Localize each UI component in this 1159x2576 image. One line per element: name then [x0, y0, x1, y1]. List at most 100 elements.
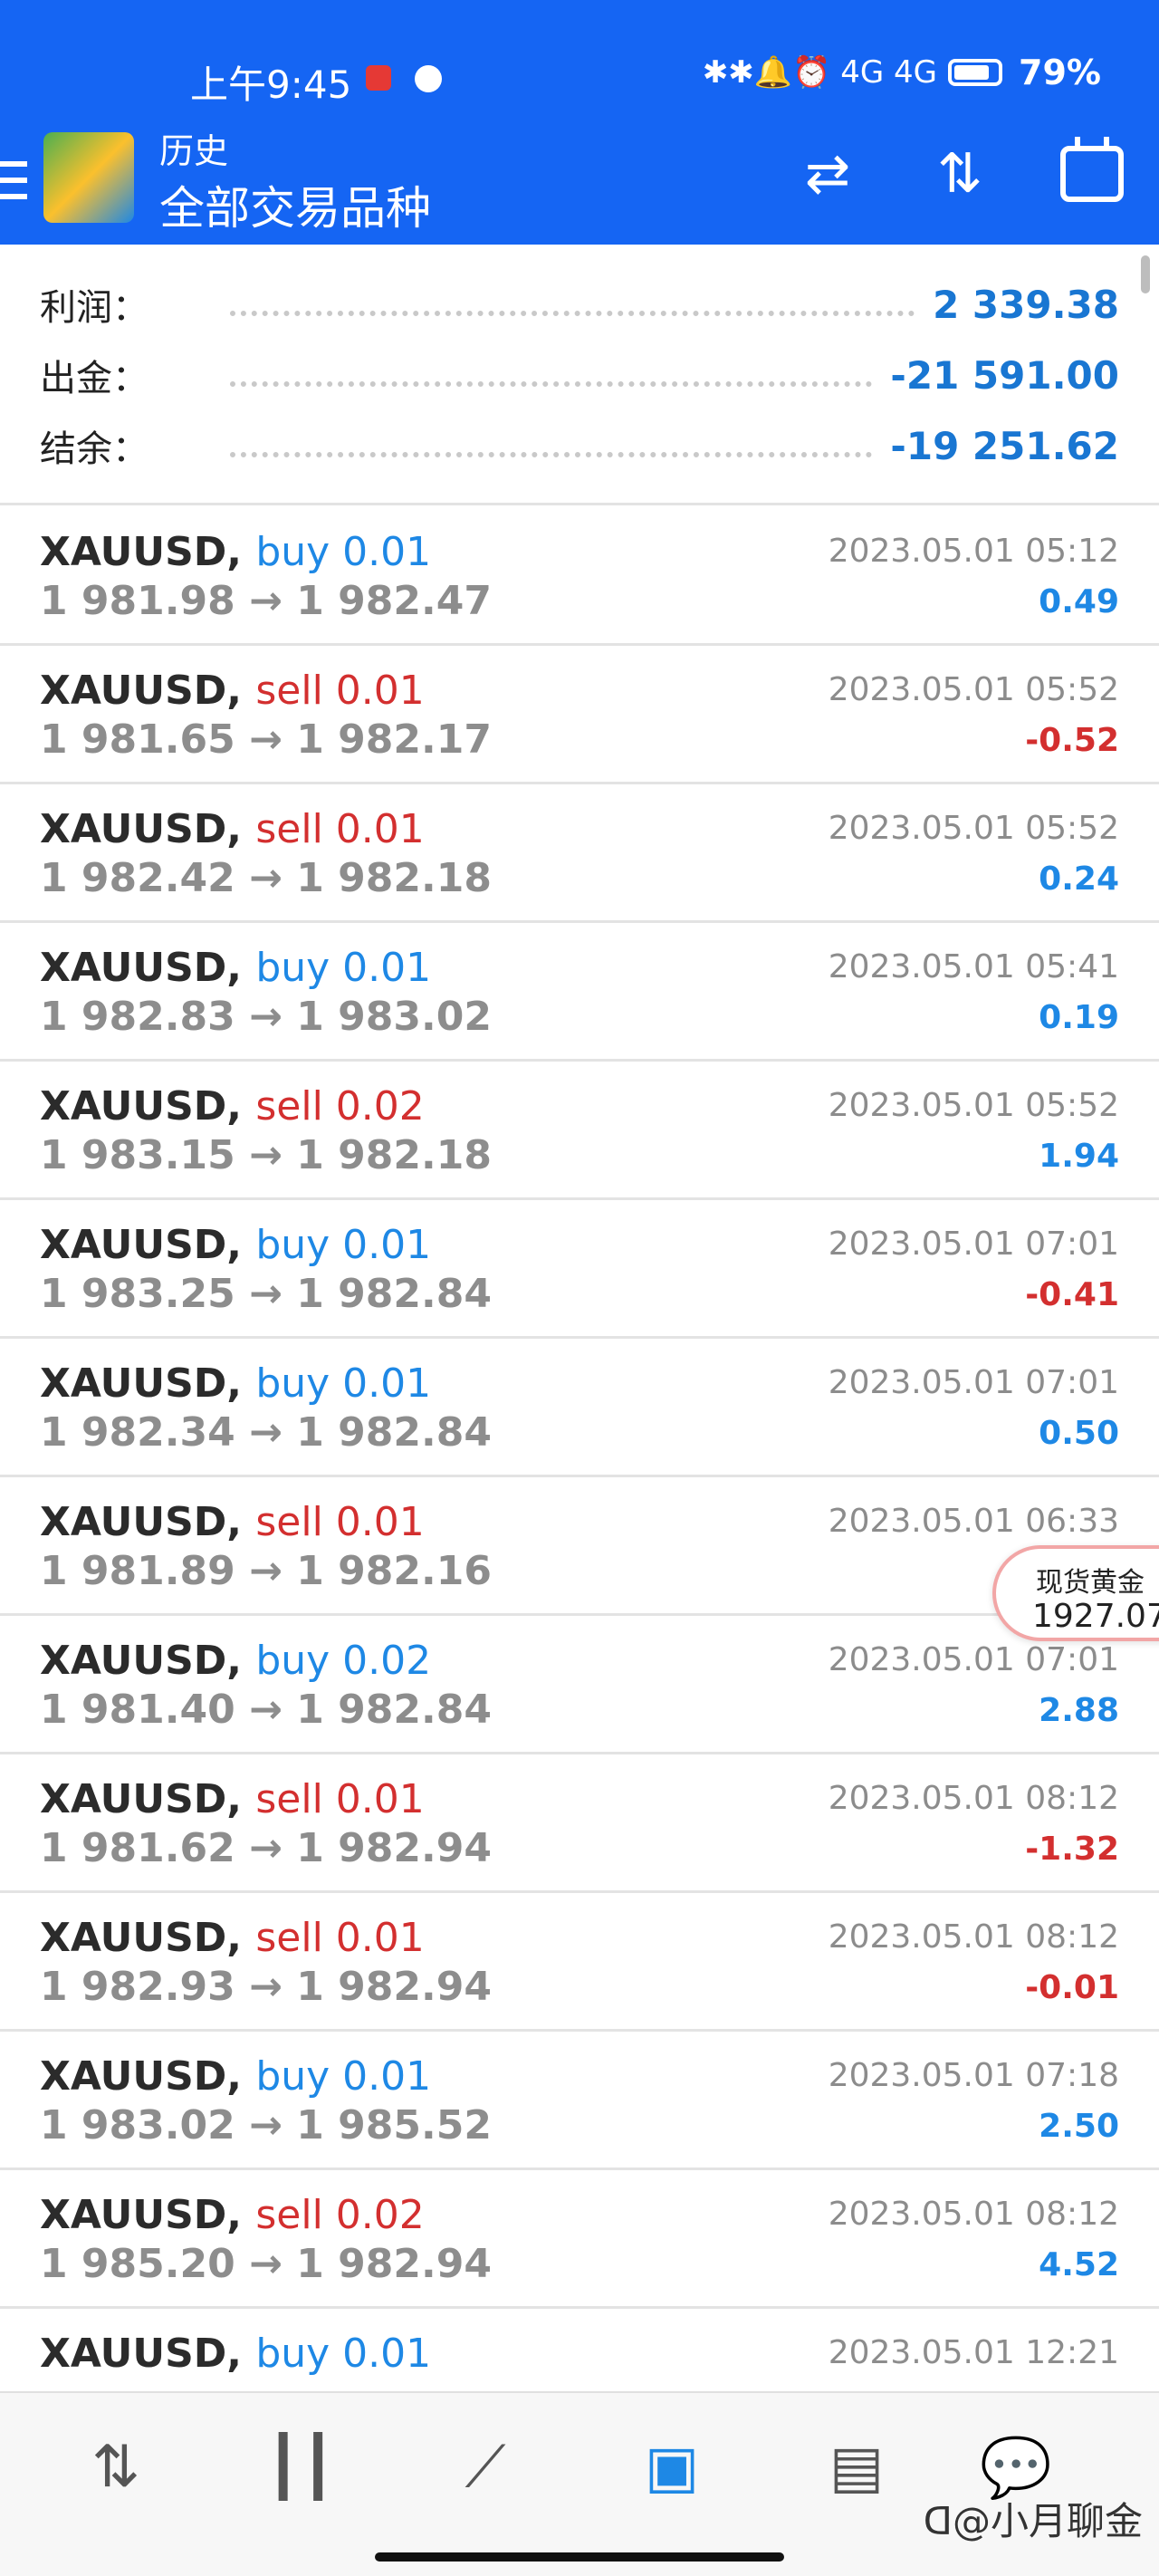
balance-value: -19 251.62: [890, 423, 1119, 468]
floating-gold-quote[interactable]: 现货黄金 1927.07: [992, 1545, 1159, 1641]
status-bar: 上午9:45 ✱✱🔔⏰ 4G 4G 79%: [0, 0, 1159, 136]
notification-icon: [366, 65, 391, 91]
trade-row[interactable]: XAUUSD, buy 0.02 1 981.40 → 1 982.84 202…: [0, 1616, 1159, 1754]
menu-icon[interactable]: [0, 161, 27, 201]
trade-row[interactable]: XAUUSD, sell 0.01 1 982.42 → 1 982.18 20…: [0, 784, 1159, 923]
open-price: 1 982.42: [40, 855, 235, 901]
trade-list: XAUUSD, buy 0.01 1 981.98 → 1 982.47 202…: [0, 507, 1159, 2447]
arrow-icon: →: [249, 1687, 297, 1733]
trade-action: sell 0.01: [255, 668, 425, 714]
status-time: 上午9:45: [190, 62, 352, 107]
trade-prices: 1 981.98 → 1 982.47: [40, 578, 492, 624]
trade-datetime: 2023.05.01 07:01: [828, 1641, 1119, 1678]
status-right: ✱✱🔔⏰ 4G 4G 79%: [703, 53, 1101, 92]
trade-row[interactable]: XAUUSD, buy 0.01 1 981.98 → 1 982.47 202…: [0, 507, 1159, 646]
close-price: 1 982.84: [296, 1687, 492, 1733]
trade-action: sell 0.01: [255, 1499, 425, 1545]
trade-row[interactable]: XAUUSD, buy 0.01 1 983.02 → 1 985.52 202…: [0, 2032, 1159, 2170]
trade-prices: 1 981.62 → 1 982.94: [40, 1825, 492, 1871]
trade-action: buy 0.02: [255, 1638, 432, 1684]
trade-row[interactable]: XAUUSD, sell 0.01 1 981.65 → 1 982.17 20…: [0, 646, 1159, 784]
trade-row[interactable]: XAUUSD, sell 0.02 1 985.20 → 1 982.94 20…: [0, 2170, 1159, 2309]
header-title[interactable]: 全部交易品种: [159, 172, 431, 237]
trade-symbol: XAUUSD, buy 0.01: [40, 2331, 431, 2377]
trade-row[interactable]: XAUUSD, sell 0.01 1 981.62 → 1 982.94 20…: [0, 1754, 1159, 1893]
trade-datetime: 2023.05.01 08:12: [828, 1780, 1119, 1817]
open-price: 1 982.93: [40, 1964, 235, 2010]
trade-row[interactable]: XAUUSD, buy 0.01 1 982.34 → 1 982.84 202…: [0, 1339, 1159, 1477]
history-icon[interactable]: ▣: [634, 2429, 710, 2505]
dots: [230, 381, 873, 387]
header-actions: ⇄ ⇅: [790, 137, 1130, 210]
news-icon[interactable]: ▤: [819, 2429, 895, 2505]
trade-prices: 1 981.89 → 1 982.16: [40, 1548, 492, 1594]
close-price: 1 982.94: [296, 2241, 492, 2287]
quote-name: 现货黄金: [1036, 1567, 1145, 1599]
close-price: 1 982.16: [296, 1548, 492, 1594]
status-signal: ✱✱🔔⏰ 4G 4G: [702, 54, 938, 91]
home-indicator[interactable]: [375, 2552, 784, 2562]
withdraw-value: -21 591.00: [890, 352, 1119, 398]
trade-prices: 1 981.65 → 1 982.17: [40, 716, 492, 763]
symbol-text: XAUUSD,: [40, 1360, 243, 1407]
trade-row[interactable]: XAUUSD, buy 0.01 1 983.25 → 1 982.84 202…: [0, 1200, 1159, 1339]
trade-prices: 1 983.02 → 1 985.52: [40, 2102, 492, 2148]
trade-datetime: 2023.05.01 07:01: [828, 1226, 1119, 1263]
open-price: 1 982.83: [40, 994, 235, 1040]
trade-prices: 1 981.40 → 1 982.84: [40, 1687, 492, 1733]
trade-pnl: 0.49: [1039, 583, 1119, 620]
trade-pnl: 4.52: [1039, 2246, 1119, 2283]
trade-row[interactable]: XAUUSD, sell 0.02 1 983.15 → 1 982.18 20…: [0, 1062, 1159, 1200]
profit-label: 利润：: [40, 287, 148, 329]
close-price: 1 982.18: [296, 855, 492, 901]
trade-icon[interactable]: ⟋: [447, 2429, 523, 2505]
trade-action: sell 0.01: [255, 1776, 425, 1822]
balance-row: 结余： -19 251.62: [40, 418, 1119, 473]
trade-pnl: -0.41: [1025, 1276, 1119, 1313]
trade-datetime: 2023.05.01 07:18: [828, 2057, 1119, 2094]
calendar-icon[interactable]: [1054, 137, 1130, 210]
trade-prices: 1 983.15 → 1 982.18: [40, 1132, 492, 1178]
open-price: 1 981.89: [40, 1548, 235, 1594]
arrow-icon: →: [249, 2102, 297, 2148]
trade-row[interactable]: XAUUSD, sell 0.01 1 981.89 → 1 982.16 20…: [0, 1477, 1159, 1616]
trade-pnl: 0.19: [1039, 999, 1119, 1036]
symbol-text: XAUUSD,: [40, 1638, 243, 1684]
trade-prices: 1 983.25 → 1 982.84: [40, 1271, 492, 1317]
arrow-icon: →: [249, 2241, 297, 2287]
trade-action: sell 0.01: [255, 806, 425, 852]
trade-row[interactable]: XAUUSD, buy 0.01 1 982.83 → 1 983.02 202…: [0, 923, 1159, 1062]
symbol-text: XAUUSD,: [40, 2331, 243, 2377]
open-price: 1 981.98: [40, 578, 235, 624]
trade-datetime: 2023.05.01 12:21: [828, 2334, 1119, 2371]
chart-icon[interactable]: ┃┃: [263, 2429, 339, 2505]
trade-action: sell 0.02: [255, 1083, 425, 1129]
symbol-text: XAUUSD,: [40, 1499, 243, 1545]
currency-exchange-icon[interactable]: ⇄: [790, 138, 866, 210]
app-bar: 上午9:45 ✱✱🔔⏰ 4G 4G 79% 历史 全部交易品种 ⇄ ⇅: [0, 0, 1159, 245]
profit-value: 2 339.38: [933, 282, 1119, 327]
arrow-icon: →: [249, 1825, 297, 1871]
symbol-text: XAUUSD,: [40, 668, 243, 714]
trade-row[interactable]: XAUUSD, sell 0.01 1 982.93 → 1 982.94 20…: [0, 1893, 1159, 2032]
close-price: 1 982.94: [296, 1964, 492, 2010]
arrow-icon: →: [249, 1964, 297, 2010]
trade-datetime: 2023.05.01 05:52: [828, 810, 1119, 847]
symbol-text: XAUUSD,: [40, 1915, 243, 1961]
profit-row: 利润： 2 339.38: [40, 277, 1119, 332]
trade-pnl: 0.50: [1039, 1415, 1119, 1452]
trade-symbol: XAUUSD, sell 0.01: [40, 668, 425, 714]
trade-pnl: -0.52: [1025, 722, 1119, 759]
trade-action: buy 0.01: [255, 1222, 432, 1268]
trade-action: buy 0.01: [255, 2053, 432, 2100]
symbol-text: XAUUSD,: [40, 2053, 243, 2100]
sort-icon[interactable]: ⇅: [922, 138, 998, 210]
trade-action: buy 0.01: [255, 529, 432, 575]
battery-icon: [948, 59, 1003, 86]
trade-pnl: 1.94: [1039, 1138, 1119, 1175]
quotes-icon[interactable]: ⇅: [78, 2429, 154, 2505]
trade-pnl: -1.32: [1025, 1831, 1119, 1868]
trade-datetime: 2023.05.01 05:41: [828, 948, 1119, 985]
watermark: ᗡ@小月聊金: [923, 2499, 1143, 2543]
symbol-text: XAUUSD,: [40, 2192, 243, 2238]
